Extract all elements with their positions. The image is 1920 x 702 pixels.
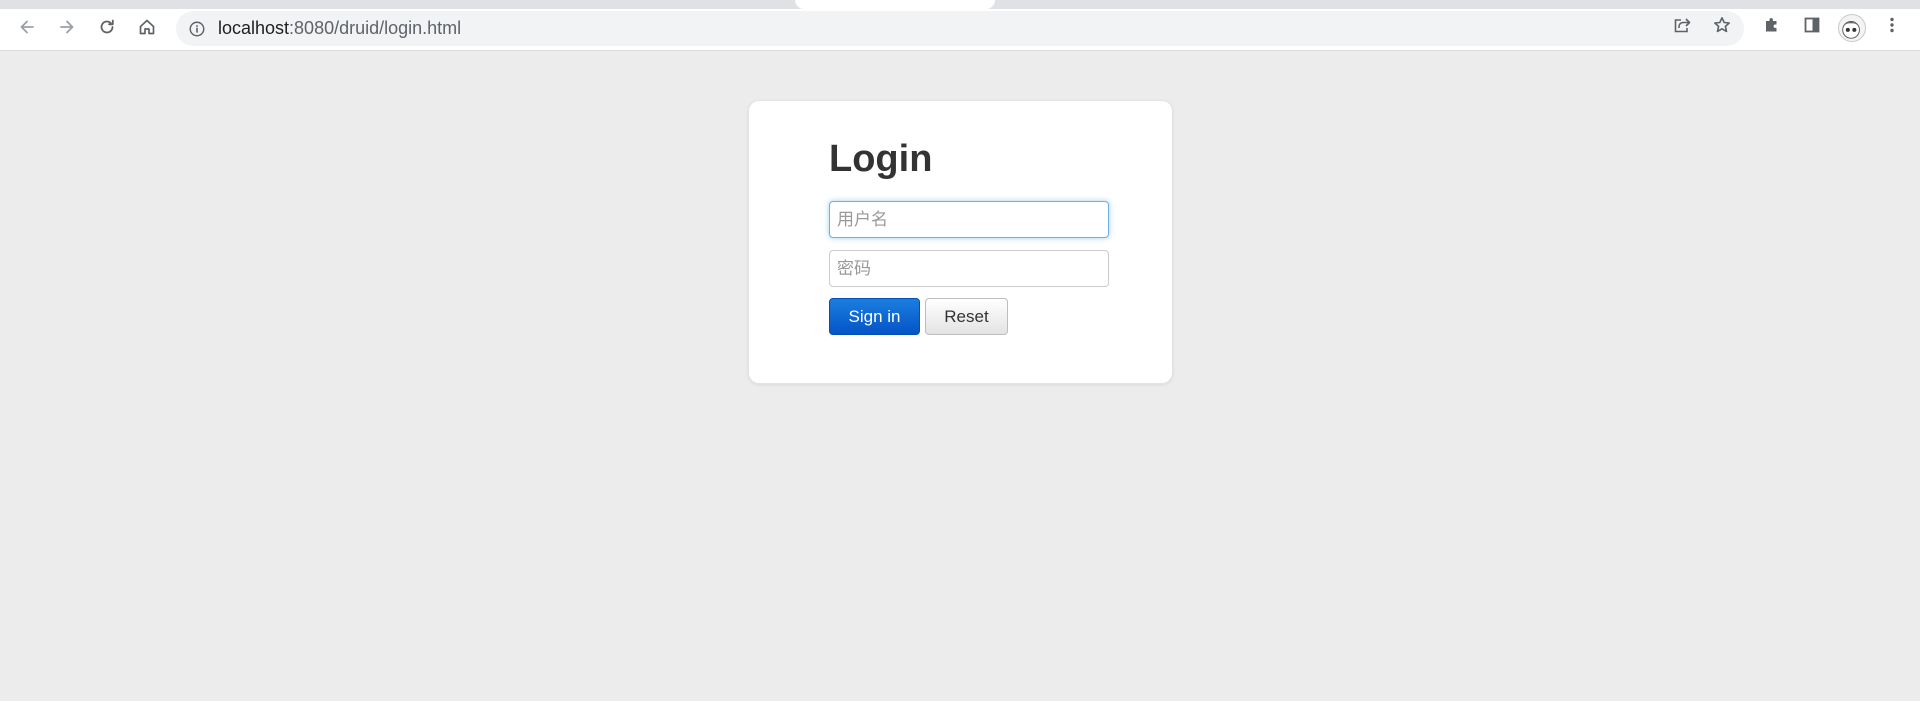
url-path: :8080/druid/login.html	[289, 18, 462, 38]
tab-strip	[0, 0, 1920, 9]
reload-button[interactable]	[93, 15, 121, 43]
home-button[interactable]	[133, 15, 161, 43]
puzzle-icon	[1762, 15, 1782, 40]
back-button[interactable]	[13, 15, 41, 43]
home-icon	[137, 17, 157, 42]
extensions-button[interactable]	[1758, 13, 1786, 41]
address-bar[interactable]: localhost:8080/druid/login.html	[176, 11, 1744, 46]
password-input[interactable]	[829, 250, 1109, 287]
kebab-menu-icon	[1882, 15, 1902, 40]
username-input[interactable]	[829, 201, 1109, 238]
login-card: Login Sign in Reset	[748, 100, 1173, 384]
arrow-right-icon	[57, 17, 77, 42]
reload-icon	[97, 17, 117, 42]
url-host: localhost	[218, 18, 290, 38]
side-panel-icon	[1802, 15, 1822, 40]
chrome-menu-button[interactable]	[1878, 13, 1906, 41]
forward-button[interactable]	[53, 15, 81, 43]
sign-in-button[interactable]: Sign in	[829, 298, 920, 335]
active-tab[interactable]	[795, 0, 995, 9]
avatar[interactable]	[1838, 14, 1866, 42]
browser-toolbar: localhost:8080/druid/login.html	[0, 9, 1920, 51]
share-button[interactable]	[1668, 13, 1696, 41]
login-title: Login	[829, 138, 933, 180]
url-text[interactable]: localhost:8080/druid/login.html	[218, 18, 461, 39]
share-icon	[1672, 15, 1692, 40]
arrow-left-icon	[17, 17, 37, 42]
star-icon	[1712, 15, 1732, 40]
info-icon[interactable]	[187, 19, 206, 38]
reset-button[interactable]: Reset	[925, 298, 1008, 335]
bookmark-button[interactable]	[1708, 13, 1736, 41]
side-panel-button[interactable]	[1798, 13, 1826, 41]
